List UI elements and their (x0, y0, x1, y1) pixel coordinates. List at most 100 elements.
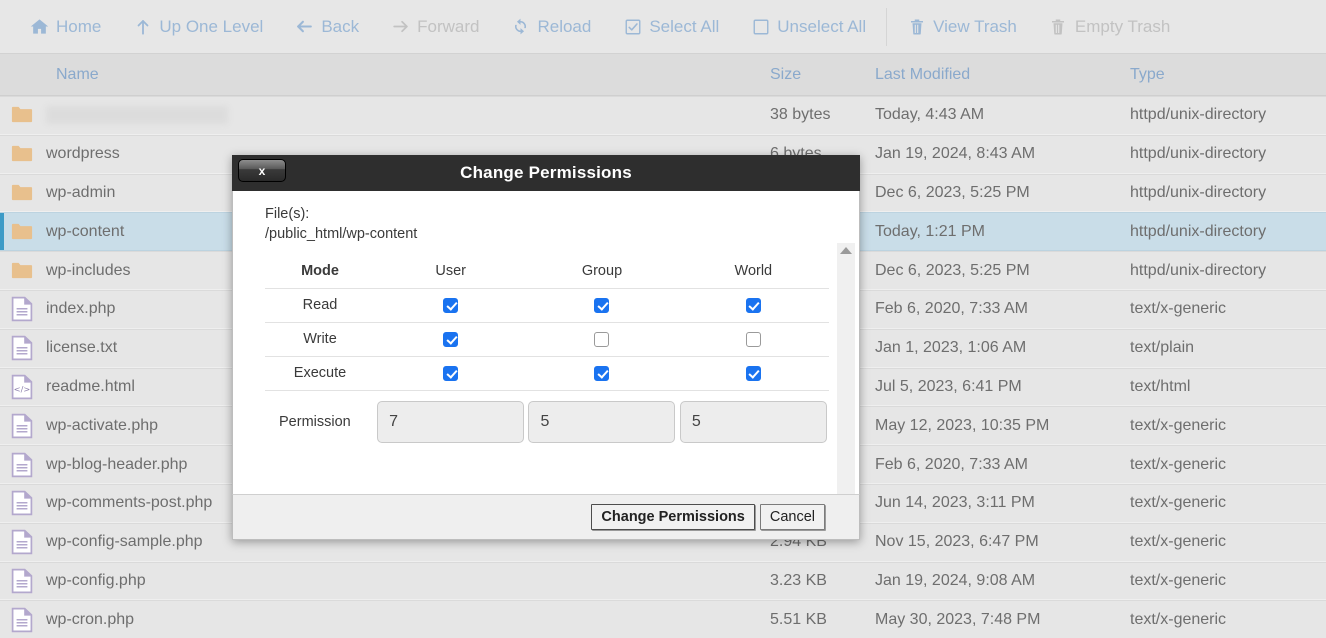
file-name: wp-comments-post.php (46, 494, 213, 512)
permission-cell-user (375, 322, 527, 357)
cell-type: httpd/unix-directory (1130, 145, 1267, 163)
checkbox-write-group[interactable] (594, 331, 610, 347)
cell-name[interactable]: wp-config.php (0, 563, 770, 600)
table-row[interactable]: wp-cron.php 5.51 KB May 30, 2023, 7:48 P… (0, 600, 1326, 638)
file-list-column-headers: Name Size Last Modified Type (0, 54, 1326, 96)
checkbox-execute-world[interactable] (745, 365, 761, 381)
toolbar-button-label: Unselect All (777, 16, 867, 36)
cancel-button[interactable]: Cancel (759, 504, 825, 530)
file-icon (11, 607, 33, 633)
toolbar-button-label: Up One Level (159, 16, 264, 36)
checkbox-read-user[interactable] (443, 297, 459, 313)
checkbox-empty-icon (751, 17, 770, 36)
checkbox-write-user[interactable] (443, 331, 459, 347)
toolbar-button-unselect-all[interactable]: Unselect All (735, 0, 882, 54)
cell-last-modified: Feb 6, 2020, 7:33 AM (875, 455, 1028, 473)
scroll-up-arrow-icon[interactable] (840, 247, 852, 254)
permission-world-input[interactable] (679, 401, 827, 444)
cell-name[interactable] (0, 97, 770, 134)
permission-row-write: Write (265, 322, 829, 357)
cell-type: text/x-generic (1130, 300, 1227, 318)
arrow-right-icon (391, 17, 410, 36)
file-icon (11, 452, 33, 478)
toolbar: Home Up One Level Back Forward Reload Select … (0, 0, 1326, 54)
file-icon (11, 296, 33, 322)
cell-type: text/plain (1130, 339, 1195, 357)
file-icon (11, 568, 33, 594)
file-name: wp-includes (46, 261, 131, 279)
permission-mode-label: Read (265, 288, 375, 323)
toolbar-button-up-one-level[interactable]: Up One Level (117, 0, 279, 54)
file-name: wp-cron.php (46, 610, 135, 628)
file-name: wordpress (46, 145, 120, 163)
toolbar-button-label: Home (56, 16, 102, 36)
permission-row-read: Read (265, 288, 829, 323)
toolbar-button-label: Back (321, 16, 360, 36)
cell-name[interactable]: wp-cron.php (0, 601, 770, 638)
toolbar-button-home[interactable]: Home (14, 0, 117, 54)
file-name: wp-config.php (46, 571, 146, 589)
cell-last-modified: Dec 6, 2023, 5:25 PM (875, 183, 1030, 201)
checkbox-read-group[interactable] (594, 297, 610, 313)
dialog-footer: Change Permissions Cancel (232, 494, 860, 540)
permission-user-input[interactable] (377, 401, 525, 444)
toolbar-button-reload[interactable]: Reload (495, 0, 607, 54)
cell-type: text/html (1130, 377, 1191, 395)
trash-icon (907, 17, 926, 36)
close-icon[interactable]: x (238, 159, 286, 182)
toolbar-button-view-trash[interactable]: View Trash (891, 0, 1033, 54)
permission-group-cell (526, 390, 677, 446)
cell-last-modified: Feb 6, 2020, 7:33 AM (875, 300, 1028, 318)
cell-last-modified: Jan 1, 2023, 1:06 AM (875, 339, 1027, 357)
column-header-name[interactable]: Name (0, 66, 770, 84)
file-name: wp-config-sample.php (46, 533, 203, 551)
cell-type: text/x-generic (1130, 533, 1227, 551)
permission-cell-world (677, 356, 829, 391)
dialog-scrollbar[interactable] (837, 243, 855, 494)
cell-size: 3.23 KB (770, 571, 827, 589)
perm-header-world: World (677, 254, 829, 289)
column-header-size[interactable]: Size (770, 66, 875, 84)
permission-world-cell (678, 390, 829, 446)
cell-size: 5.51 KB (770, 610, 827, 628)
arrow-left-icon (295, 17, 314, 36)
cell-type: text/x-generic (1130, 455, 1227, 473)
permission-value-label: Permission (279, 414, 351, 431)
home-icon (30, 17, 49, 36)
permission-cell-world (677, 288, 829, 323)
cell-last-modified: Jan 19, 2024, 9:08 AM (875, 571, 1036, 589)
arrow-up-icon (133, 17, 152, 36)
checkbox-write-world[interactable] (745, 331, 761, 347)
column-header-type[interactable]: Type (1130, 66, 1326, 84)
file-name-redacted (46, 106, 228, 125)
dialog-titlebar: x Change Permissions (232, 155, 860, 191)
folder-icon (11, 219, 33, 245)
permission-group-input[interactable] (528, 401, 676, 444)
toolbar-button-select-all[interactable]: Select All (607, 0, 735, 54)
cell-last-modified: May 12, 2023, 10:35 PM (875, 416, 1050, 434)
change-permissions-button[interactable]: Change Permissions (591, 504, 755, 530)
toolbar-button-back[interactable]: Back (279, 0, 375, 54)
files-label-block: File(s): /public_html/wp-content (265, 205, 829, 244)
cell-size: 38 bytes (770, 106, 831, 124)
files-label: File(s): (265, 206, 310, 222)
checkbox-execute-group[interactable] (594, 365, 610, 381)
permission-cell-user (375, 288, 527, 323)
checkbox-read-world[interactable] (745, 297, 761, 313)
html-file-icon: </> (11, 374, 33, 400)
toolbar-button-label: Reload (537, 16, 592, 36)
folder-icon (11, 102, 33, 128)
toolbar-button-label: Forward (417, 16, 480, 36)
permission-mode-label: Execute (265, 356, 375, 391)
cell-last-modified: May 30, 2023, 7:48 PM (875, 610, 1041, 628)
dialog-title: Change Permissions (460, 163, 632, 182)
file-name: readme.html (46, 377, 135, 395)
permissions-table-header-row: Mode User Group World (265, 254, 829, 289)
column-header-last-modified[interactable]: Last Modified (875, 66, 1130, 84)
folder-icon (11, 258, 33, 284)
table-row[interactable]: wp-config.php 3.23 KB Jan 19, 2024, 9:08… (0, 561, 1326, 601)
table-row[interactable]: 38 bytes Today, 4:43 AM httpd/unix-direc… (0, 96, 1326, 135)
file-icon (11, 529, 33, 555)
permission-user-cell (375, 390, 526, 446)
checkbox-execute-user[interactable] (443, 365, 459, 381)
